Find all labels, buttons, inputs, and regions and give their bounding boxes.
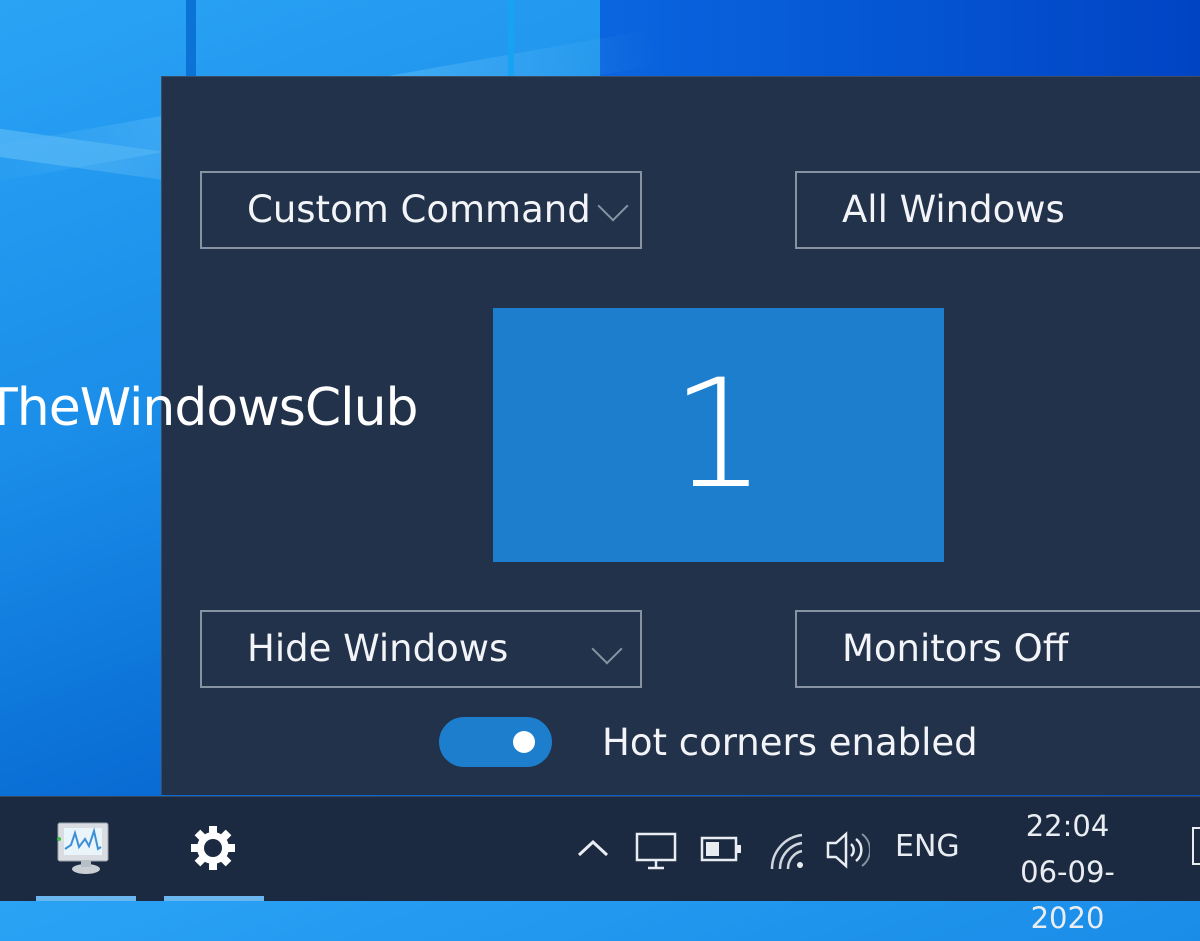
bottom-right-corner-dropdown[interactable]: Monitors Off <box>795 610 1200 688</box>
wallpaper-window-pane <box>508 0 514 80</box>
hot-corners-toggle[interactable] <box>439 717 552 767</box>
monitor-preview: 1 <box>493 308 944 562</box>
performance-monitor-icon <box>57 822 109 874</box>
taskbar-app-settings[interactable] <box>164 797 264 901</box>
battery-icon[interactable] <box>700 835 746 863</box>
toggle-knob <box>513 731 535 753</box>
top-right-corner-dropdown[interactable]: All Windows <box>795 171 1200 249</box>
wallpaper-region <box>600 0 1200 78</box>
hot-corners-toggle-row: Hot corners enabled <box>439 717 978 767</box>
chevron-down-icon <box>597 190 629 222</box>
toggle-label: Hot corners enabled <box>602 720 978 764</box>
wifi-icon[interactable] <box>768 829 808 871</box>
taskbar: ENG 22:04 06-09-2020 <box>0 796 1200 935</box>
monitor-number: 1 <box>670 348 767 522</box>
watermark-text: TheWindowsClub <box>0 378 419 438</box>
chevron-up-icon[interactable] <box>576 837 610 859</box>
dropdown-value: Hide Windows <box>247 627 509 670</box>
bottom-left-corner-dropdown[interactable]: Hide Windows <box>200 610 642 688</box>
gear-icon <box>191 826 235 870</box>
taskbar-app-performance-monitor[interactable] <box>36 797 136 901</box>
notification-center-icon[interactable] <box>1192 827 1200 865</box>
chevron-down-icon <box>591 633 623 665</box>
dropdown-value: Monitors Off <box>842 627 1069 670</box>
active-app-indicator <box>164 896 264 901</box>
clock-date: 06-09-2020 <box>1020 855 1115 935</box>
top-left-corner-dropdown[interactable]: Custom Command <box>200 171 642 249</box>
clock[interactable]: 22:04 06-09-2020 <box>985 803 1150 941</box>
active-app-indicator <box>36 896 136 901</box>
display-icon[interactable] <box>634 831 680 871</box>
clock-time: 22:04 <box>1025 809 1110 843</box>
dropdown-value: Custom Command <box>247 188 591 231</box>
dropdown-value: All Windows <box>842 188 1065 231</box>
language-indicator[interactable]: ENG <box>895 829 960 864</box>
volume-icon[interactable] <box>824 829 870 871</box>
